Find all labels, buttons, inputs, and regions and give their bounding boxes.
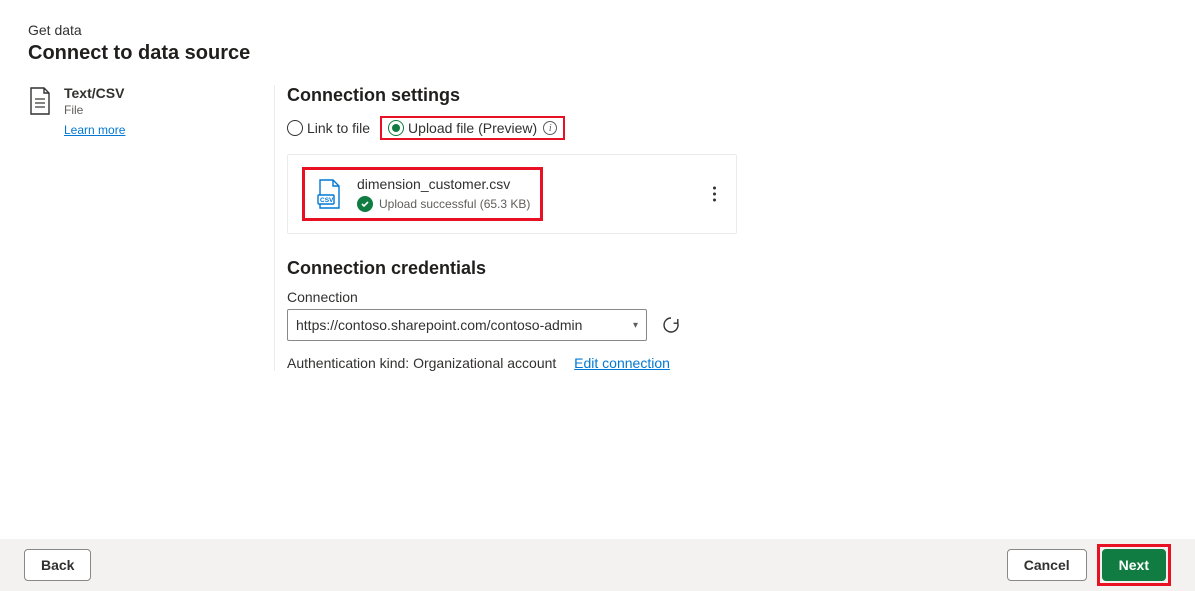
breadcrumb: Get data — [28, 22, 1167, 38]
radio-upload-label: Upload file (Preview) — [408, 120, 537, 136]
csv-file-icon: CSV — [315, 179, 343, 209]
cancel-button[interactable]: Cancel — [1007, 549, 1087, 581]
upload-status-text: Upload successful (65.3 KB) — [379, 197, 530, 211]
sidebar-source-summary: Text/CSV File Learn more — [28, 85, 274, 371]
more-options-button[interactable] — [707, 181, 722, 208]
next-button[interactable]: Next — [1102, 549, 1166, 581]
check-icon — [357, 196, 373, 212]
radio-link-to-file[interactable]: Link to file — [287, 120, 370, 136]
footer-bar: Back Cancel Next — [0, 539, 1195, 591]
learn-more-link[interactable]: Learn more — [64, 123, 125, 137]
refresh-button[interactable] — [661, 315, 681, 335]
connection-select[interactable]: https://contoso.sharepoint.com/contoso-a… — [287, 309, 647, 341]
radio-upload-file[interactable]: Upload file (Preview) i — [388, 120, 557, 136]
radio-unchecked-icon — [287, 120, 303, 136]
connection-select-value: https://contoso.sharepoint.com/contoso-a… — [296, 317, 582, 333]
connection-settings-title: Connection settings — [287, 85, 1167, 106]
edit-connection-link[interactable]: Edit connection — [574, 355, 670, 371]
highlight-uploaded-file: CSV dimension_customer.csv Upload succes… — [302, 167, 543, 221]
highlight-upload-radio: Upload file (Preview) i — [380, 116, 565, 140]
source-name: Text/CSV — [64, 85, 125, 101]
radio-link-label: Link to file — [307, 120, 370, 136]
page-title: Connect to data source — [28, 42, 1167, 65]
highlight-next-button: Next — [1097, 544, 1171, 586]
connection-field-label: Connection — [287, 289, 1167, 305]
info-icon[interactable]: i — [543, 121, 557, 135]
svg-text:CSV: CSV — [320, 197, 334, 204]
document-icon — [28, 85, 52, 371]
radio-checked-icon — [388, 120, 404, 136]
chevron-down-icon: ▾ — [633, 320, 638, 331]
uploaded-file-card: CSV dimension_customer.csv Upload succes… — [287, 154, 737, 234]
uploaded-file-name: dimension_customer.csv — [357, 176, 530, 192]
authentication-kind-text: Authentication kind: Organizational acco… — [287, 355, 556, 371]
source-subtitle: File — [64, 103, 125, 117]
back-button[interactable]: Back — [24, 549, 91, 581]
connection-credentials-title: Connection credentials — [287, 258, 1167, 279]
